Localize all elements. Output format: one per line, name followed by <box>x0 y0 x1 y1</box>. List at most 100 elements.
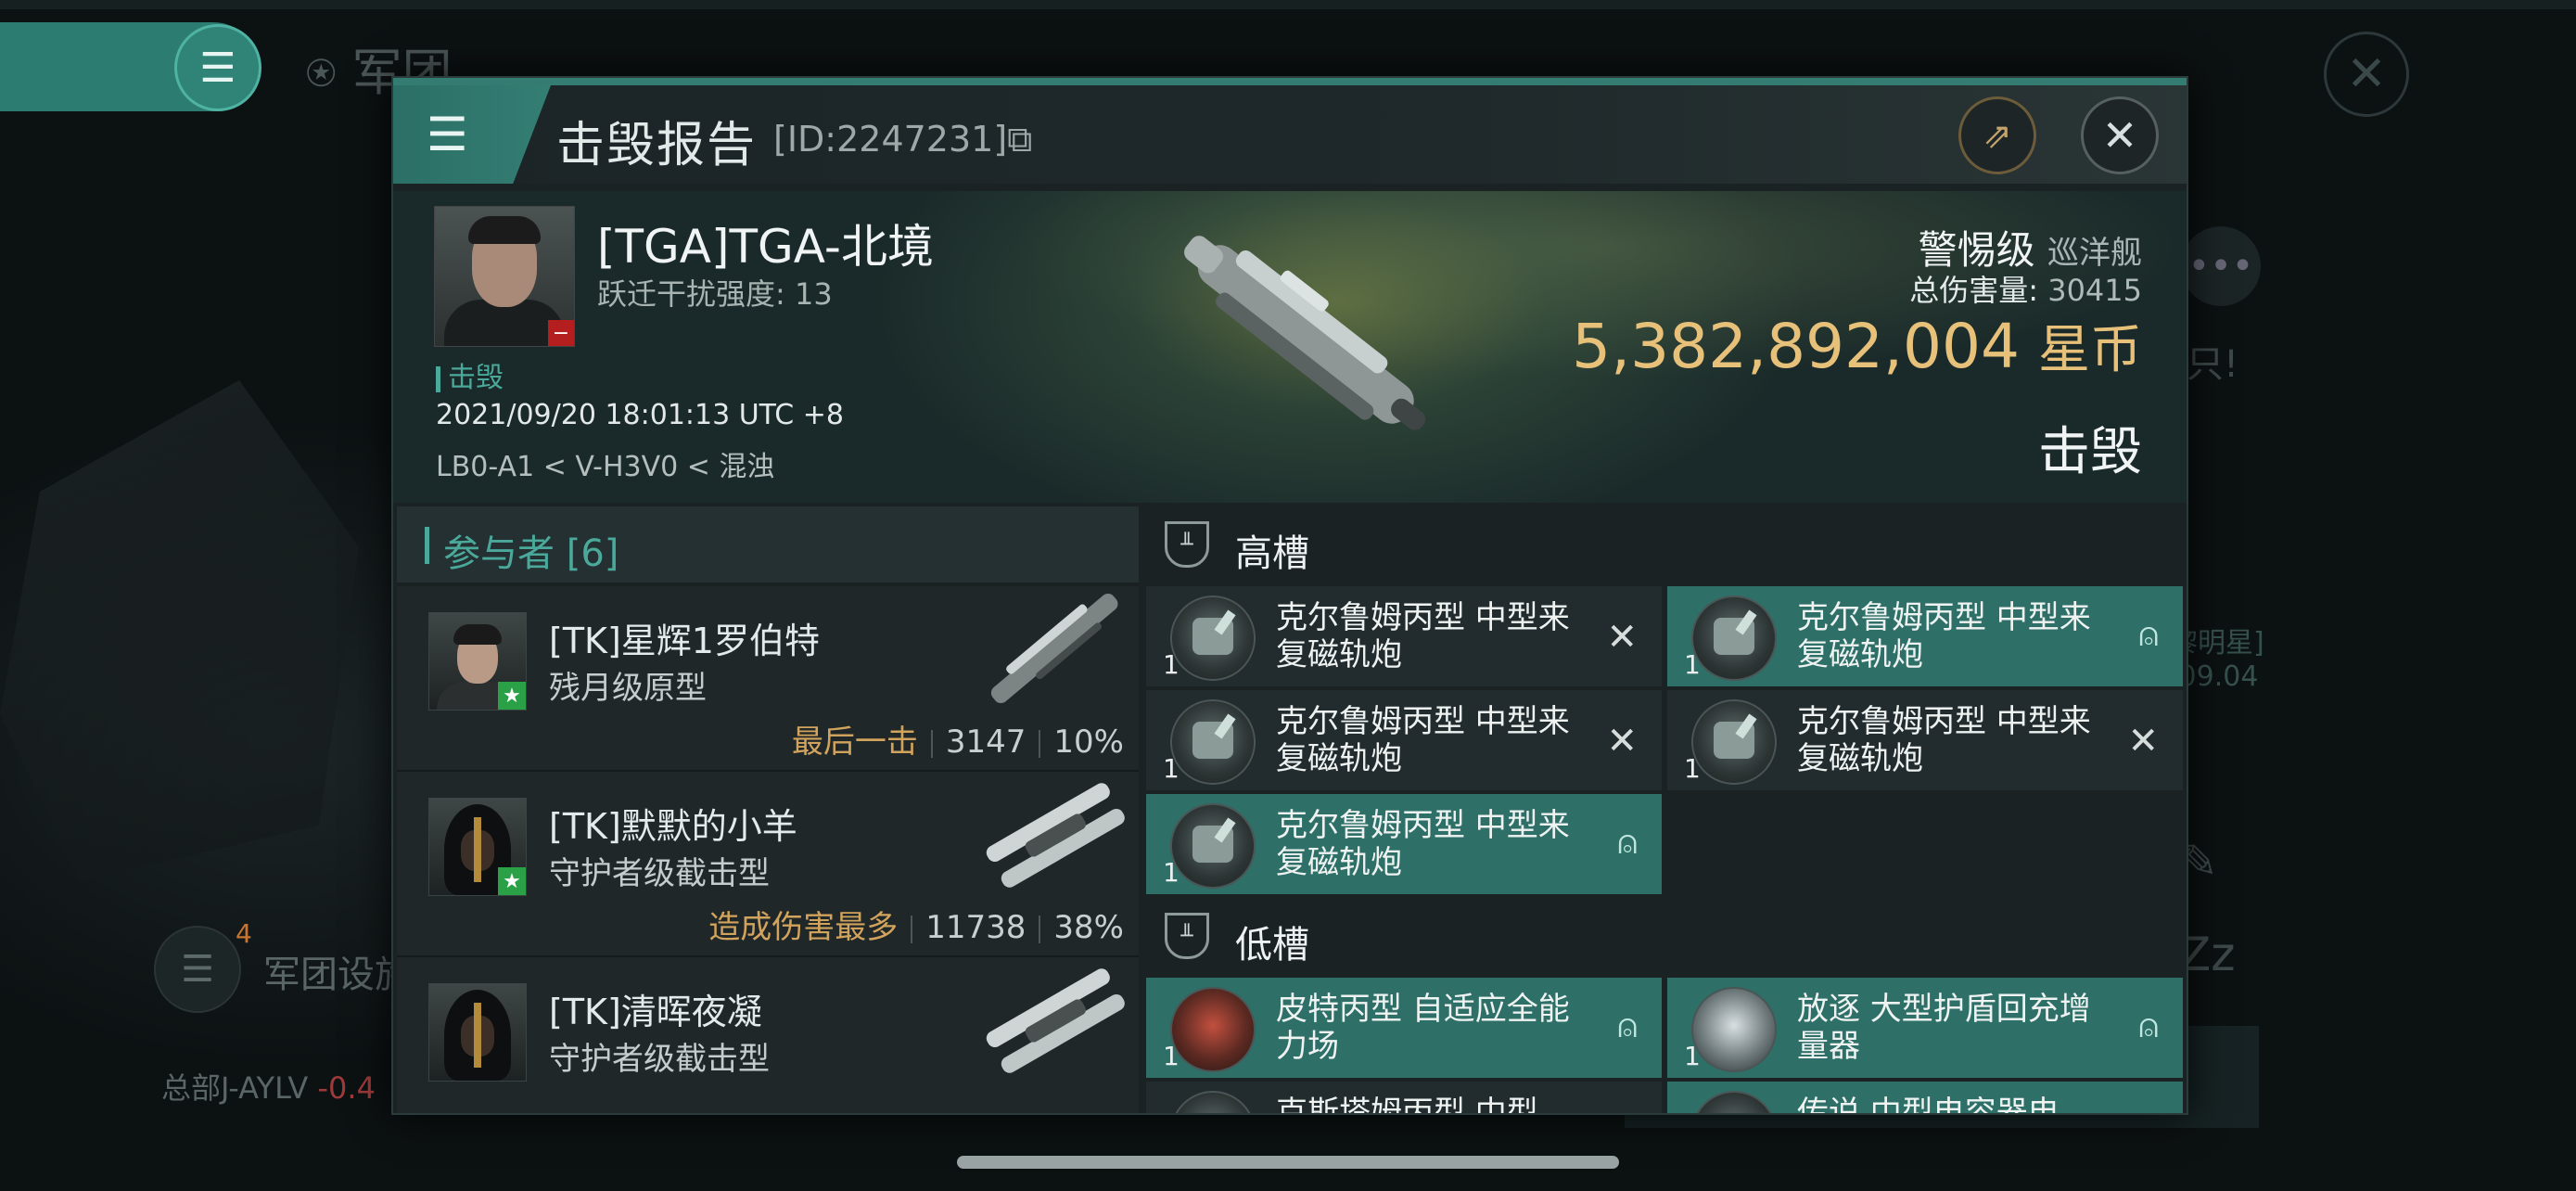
railgun-icon <box>1170 699 1256 785</box>
participant-percent: 10% <box>1053 724 1124 761</box>
total-damage-value: 30415 <box>2047 273 2142 308</box>
module-icon <box>1170 1091 1256 1113</box>
module-qty: 1 <box>1163 753 1180 784</box>
legion-badge: 4 <box>236 918 252 949</box>
module-qty: 1 <box>1163 649 1180 680</box>
module-slot[interactable]: 1 克尔鲁姆丙型 中型来复磁轨炮 ⍝ <box>1667 586 2183 686</box>
total-damage-label: 总伤害量: <box>1909 273 2039 308</box>
module-slot[interactable]: 传说 中型电容器电 <box>1667 1082 2183 1115</box>
ship-class: 巡洋舰 <box>2047 235 2142 272</box>
module-slot[interactable]: 1 放逐 大型护盾回充增量器 ⍝ <box>1667 978 2183 1078</box>
dropped-person-icon: ⍝ <box>1617 824 1638 862</box>
hq-name: 总部J-AYLV <box>161 1070 309 1106</box>
dropped-person-icon: ⍝ <box>2138 616 2159 654</box>
menu-icon[interactable]: ☰ <box>174 24 261 111</box>
copy-icon[interactable]: ⧉ <box>1007 119 1032 160</box>
module-name: 克尔鲁姆丙型 中型来复磁轨炮 <box>1797 703 2091 777</box>
victim-ship-image[interactable] <box>1116 200 1487 479</box>
friendly-star-icon: ★ <box>498 682 526 710</box>
report-id-text: [ID:2247231] <box>773 119 1008 160</box>
adaptive-field-icon <box>1170 987 1256 1072</box>
participant-ship: 守护者级截击型 <box>549 855 770 892</box>
participant-damage: 3147 <box>945 724 1027 761</box>
module-slot[interactable]: 1 克尔鲁姆丙型 中型来复磁轨炮 ✕ <box>1667 690 2183 790</box>
shield-amplifier-icon <box>1691 987 1777 1072</box>
module-icon <box>1691 1091 1777 1113</box>
destroyed-icon: ✕ <box>2127 720 2159 762</box>
participants-header-bar <box>425 527 429 564</box>
participants-header: 参与者 [6] <box>397 506 1139 583</box>
hostile-badge-icon: − <box>548 320 574 346</box>
more-options-icon[interactable]: ••• <box>2181 226 2261 306</box>
background-close-icon[interactable]: ✕ <box>2324 32 2409 117</box>
participant-damage: 11738 <box>925 909 1027 946</box>
module-name: 皮特丙型 自适应全能力场 <box>1276 991 1570 1065</box>
final-blow-tag: 最后一击 <box>791 724 918 761</box>
module-qty: 1 <box>1684 649 1701 680</box>
participant-name: [TK]星辉1罗伯特 <box>549 621 820 661</box>
kill-report-dialog: ☰ 击毁报告 [ID:2247231]⧉ ⇗ ✕ − [TGA]TGA-北境 跃… <box>391 76 2188 1115</box>
isk-value: 5,382,892,004 星币 <box>1572 308 2142 383</box>
low-slot-icon: ╨ <box>1165 913 1209 959</box>
module-qty: 1 <box>1684 1041 1701 1071</box>
isk-unit: 星币 <box>2038 320 2142 380</box>
module-name: 放逐 大型护盾回充增量器 <box>1797 991 2091 1065</box>
module-slot[interactable]: 1 皮特丙型 自适应全能力场 ⍝ <box>1146 978 1662 1078</box>
module-qty: 1 <box>1163 857 1180 888</box>
low-slot-label: 低槽 <box>1235 924 1309 967</box>
railgun-icon <box>1170 596 1256 681</box>
module-slot[interactable]: 克斯塔姆丙型 中型 <box>1146 1082 1662 1115</box>
participant-row[interactable]: ★ [TK]星辉1罗伯特 残月级原型 最后一击 3147 10% <box>397 586 1139 772</box>
participant-row[interactable]: [TK]清晖夜凝 守护者级截击型 <box>397 957 1139 1113</box>
participants-panel: 参与者 [6] ★ [TK]星辉1罗伯特 残月级原型 最后一击 3147 10% ★ <box>397 506 1139 1113</box>
avatar-trim <box>474 817 481 882</box>
victim-name[interactable]: [TGA]TGA-北境 <box>597 210 934 276</box>
top-edge <box>0 0 2576 9</box>
module-name: 克尔鲁姆丙型 中型来复磁轨炮 <box>1276 599 1570 673</box>
divider <box>911 915 913 943</box>
module-slot[interactable]: 1 克尔鲁姆丙型 中型来复磁轨炮 ⍝ <box>1146 794 1662 894</box>
participant-ship-image <box>990 593 1118 704</box>
avatar-trim <box>474 1003 481 1068</box>
divider <box>1039 915 1041 943</box>
module-slot[interactable]: 1 克尔鲁姆丙型 中型来复磁轨炮 ✕ <box>1146 586 1662 686</box>
dialog-title: 击毁报告 <box>556 118 758 173</box>
participant-name: [TK]清晖夜凝 <box>549 992 762 1032</box>
participant-avatar[interactable]: ★ <box>428 798 527 896</box>
participants-count: 参与者 [6] <box>443 532 619 575</box>
module-slot[interactable]: 1 克尔鲁姆丙型 中型来复磁轨炮 ✕ <box>1146 690 1662 790</box>
high-slot-icon: ╨ <box>1165 521 1209 568</box>
module-name: 克斯塔姆丙型 中型 <box>1276 1095 1538 1115</box>
high-slot-section: ╨ 高槽 <box>1142 506 2187 583</box>
participant-avatar[interactable]: ★ <box>428 612 527 711</box>
kill-location[interactable]: LB0-A1 < V-H3V0 < 混浊 <box>436 443 774 484</box>
participant-name: [TK]默默的小羊 <box>549 806 797 847</box>
participant-stats: 造成伤害最多 11738 38% <box>708 902 1124 947</box>
low-slot-section: ╨ 低槽 <box>1142 898 2187 974</box>
divider <box>1039 729 1041 758</box>
report-id[interactable]: [ID:2247231]⧉ <box>773 119 1032 160</box>
legion-facilities-label: 军团设施 <box>263 954 412 996</box>
participant-avatar[interactable] <box>428 983 527 1082</box>
turret-shape <box>1714 618 1754 655</box>
participant-ship-image <box>986 783 1125 888</box>
home-indicator[interactable] <box>957 1156 1619 1169</box>
portrait-hair <box>468 216 541 244</box>
high-slot-label: 高槽 <box>1235 532 1309 575</box>
module-qty: 1 <box>1684 753 1701 784</box>
legion-menu-icon[interactable]: ☰ <box>154 926 241 1013</box>
participant-row[interactable]: ★ [TK]默默的小羊 守护者级截击型 造成伤害最多 11738 38% <box>397 772 1139 957</box>
fitting-panel: ╨ 高槽 1 克尔鲁姆丙型 中型来复磁轨炮 ✕ 1 克尔鲁姆丙型 中型来复磁轨炮… <box>1142 506 2187 1113</box>
close-icon[interactable]: ✕ <box>2081 96 2159 174</box>
dropped-person-icon: ⍝ <box>1617 1007 1638 1045</box>
turret-shape <box>1714 722 1754 759</box>
victim-portrait[interactable]: − <box>434 206 575 347</box>
share-icon[interactable]: ⇗ <box>1958 96 2036 174</box>
module-name: 传说 中型电容器电 <box>1797 1095 2060 1115</box>
kill-result: 击毁 <box>2038 422 2142 482</box>
participant-ship-image <box>986 968 1125 1073</box>
turret-shape <box>1192 618 1233 655</box>
destroyed-icon: ✕ <box>1606 616 1638 659</box>
kill-timestamp: 2021/09/20 18:01:13 UTC +8 <box>436 399 844 431</box>
victim-banner: − [TGA]TGA-北境 跃迁干扰强度: 13 击毁 2021/09/20 1… <box>393 191 2187 503</box>
